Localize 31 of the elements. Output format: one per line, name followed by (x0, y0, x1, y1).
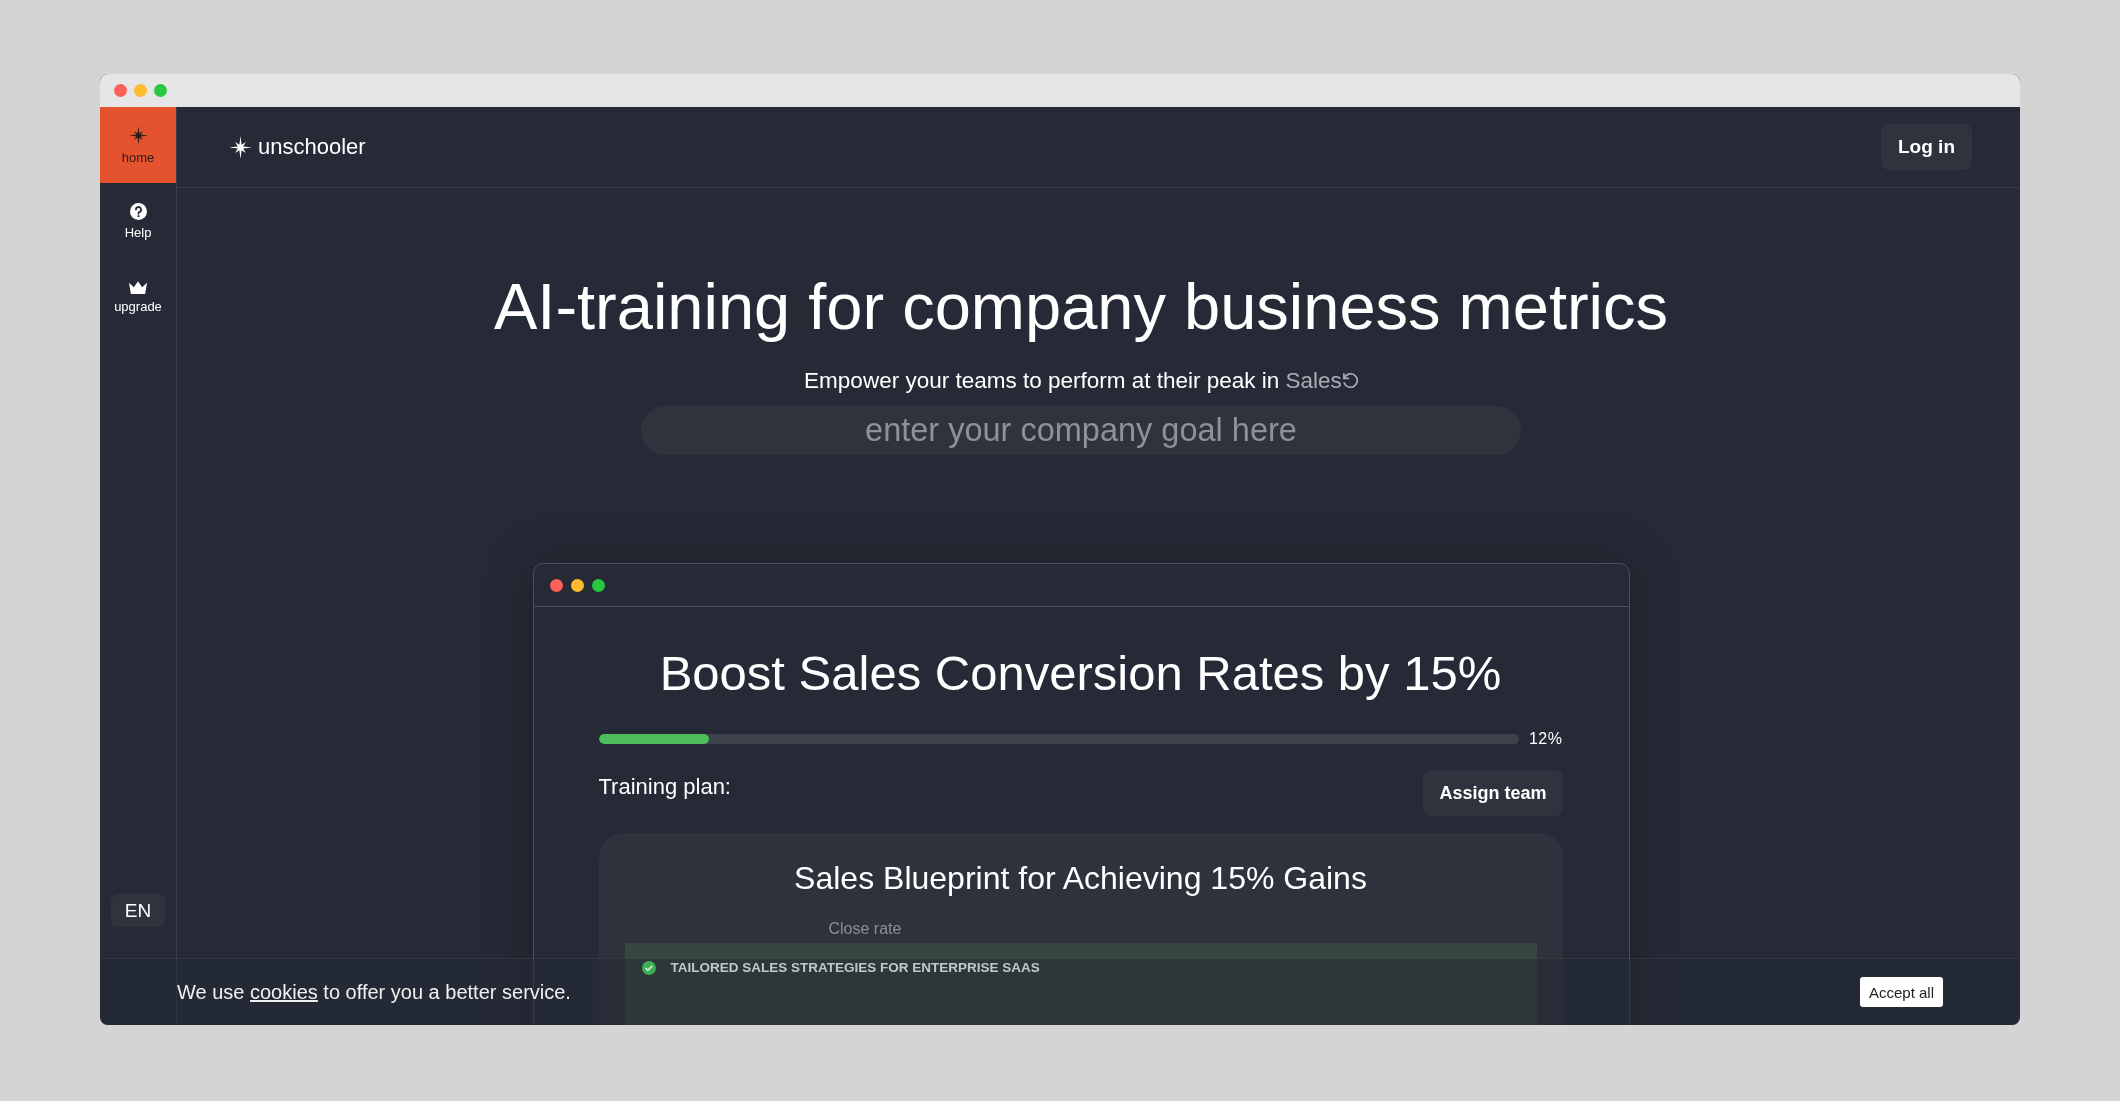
goal-title: Boost Sales Conversion Rates by 15% (658, 645, 1503, 702)
logo-text: unschooler (258, 134, 366, 160)
window-close-icon[interactable] (114, 84, 127, 97)
goal-input[interactable]: enter your company goal here (641, 406, 1521, 455)
crown-icon (129, 280, 147, 294)
progress-reading: 12% (1528, 730, 1563, 748)
help-icon (129, 202, 147, 220)
accept-all-button[interactable]: Accept all (1859, 977, 1943, 1007)
module-title: TAILORED SALES STRATEGIES FOR ENTERPRISE SAAS (670, 960, 1040, 976)
nav-item[interactable]: upgrade (100, 259, 176, 335)
star-burst-icon (128, 125, 148, 145)
window-zoom-icon (591, 578, 605, 592)
module-row[interactable]: TAILORED SALES STRATEGIES FOR ENTERPRISE SAAS (624, 943, 1537, 1025)
login-button[interactable]: Log in (1881, 124, 1972, 170)
metric-label: Close rate (828, 919, 903, 939)
cookies-link[interactable]: cookies (250, 981, 318, 1003)
hero-title: AI-training for company business metrics (493, 269, 1669, 345)
card-title: Sales Blueprint for Achieving 15% Gains (793, 859, 1368, 897)
window-zoom-icon[interactable] (154, 84, 167, 97)
window-close-icon (549, 578, 563, 592)
hero-subtitle: Empower your teams to perform at their peak in Sales (804, 367, 1342, 394)
window-minimize-icon (570, 578, 584, 592)
rotate-arrow-icon (1342, 373, 1358, 388)
section-label: Training plan: (598, 773, 731, 800)
window-minimize-icon[interactable] (134, 84, 147, 97)
assign-team-button[interactable]: Assign team (1423, 770, 1563, 816)
nav-item[interactable]: Help (100, 183, 176, 259)
language-button[interactable]: EN (111, 894, 165, 927)
star-burst-icon (229, 135, 252, 159)
nav-item[interactable]: home (100, 107, 176, 183)
cookie-message: We use cookies to offer you a better service. (177, 980, 571, 1004)
